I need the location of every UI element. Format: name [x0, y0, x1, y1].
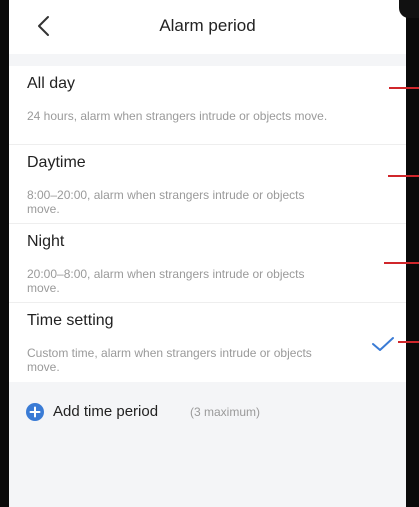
option-description: Custom time, alarm when strangers intrud…: [27, 346, 312, 374]
option-description: 20:00–8:00, alarm when strangers intrude…: [27, 267, 305, 295]
option-title: Daytime: [27, 154, 86, 171]
option-title: Night: [27, 233, 65, 250]
device-corner: [399, 0, 419, 18]
option-all-day[interactable]: All day 24 hours, alarm when strangers i…: [9, 66, 406, 145]
option-daytime[interactable]: Daytime 8:00–20:00, alarm when strangers…: [9, 145, 406, 224]
option-title: All day: [27, 75, 76, 92]
alarm-period-options: All day 24 hours, alarm when strangers i…: [9, 66, 406, 382]
option-description: 8:00–20:00, alarm when strangers intrude…: [27, 188, 305, 216]
annotation-line: [389, 87, 419, 89]
nav-header: Alarm period: [9, 0, 406, 54]
alarm-period-screen: Alarm period All day 24 hours, alarm whe…: [9, 0, 406, 507]
page-title: Alarm period: [159, 16, 256, 35]
add-time-period-button[interactable]: Add time period (3 maximum): [9, 382, 406, 442]
plus-circle-icon: [26, 403, 44, 421]
option-title: Time setting: [27, 312, 114, 329]
add-time-period-note: (3 maximum): [190, 405, 261, 419]
annotation-line: [388, 175, 419, 177]
add-time-period-label: Add time period: [53, 403, 159, 420]
annotation-line: [384, 262, 419, 264]
annotation-line: [398, 341, 419, 343]
option-time-setting[interactable]: Time setting Custom time, alarm when str…: [9, 303, 406, 382]
option-description: 24 hours, alarm when strangers intrude o…: [27, 109, 328, 123]
option-night[interactable]: Night 20:00–8:00, alarm when strangers i…: [9, 224, 406, 303]
checkmark-icon: [372, 337, 394, 351]
